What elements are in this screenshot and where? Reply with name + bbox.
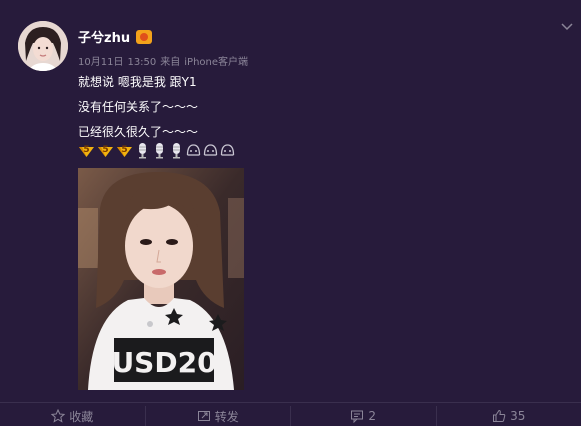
favorite-button[interactable]: 收藏 — [0, 406, 145, 426]
svg-text:5: 5 — [83, 145, 89, 155]
username[interactable]: 子兮zhu — [78, 27, 152, 46]
face-icon — [220, 142, 235, 158]
action-bar: 收藏 转发 2 35 — [0, 402, 581, 426]
avatar-image — [18, 21, 68, 71]
comment-count: 2 — [368, 409, 376, 423]
post-menu-button[interactable] — [559, 19, 575, 33]
repost-label: 转发 — [215, 408, 239, 425]
post-date[interactable]: 10月11日 — [78, 57, 123, 68]
repost-button[interactable]: 转发 — [145, 406, 291, 426]
post-source[interactable]: iPhone客户端 — [184, 57, 248, 68]
svg-text:5: 5 — [102, 145, 108, 155]
svg-text:USD20: USD20 — [111, 346, 216, 379]
emoji-row: 5 5 5 — [78, 140, 235, 160]
comment-icon — [350, 409, 364, 423]
username-text[interactable]: 子兮zhu — [78, 27, 130, 46]
face-icon — [186, 142, 201, 158]
post-time[interactable]: 13:50 — [127, 57, 156, 68]
microphone-icon — [135, 142, 150, 159]
avatar[interactable] — [18, 21, 68, 71]
post-line: 就想说 嗯我是我 跟Y1 — [78, 70, 198, 95]
like-count: 35 — [510, 409, 525, 423]
source-prefix: 来自 — [160, 57, 180, 68]
post-photo[interactable]: USD20 — [78, 168, 244, 390]
repost-icon — [197, 409, 211, 423]
chevron-down-icon — [559, 20, 575, 34]
star-icon — [51, 409, 65, 423]
five-icon: 5 — [116, 142, 133, 159]
face-icon — [203, 142, 218, 158]
five-icon: 5 — [97, 142, 114, 159]
svg-text:5: 5 — [121, 145, 127, 155]
five-icon: 5 — [78, 142, 95, 159]
thumbs-up-icon — [492, 409, 506, 423]
post-line: 没有任何关系了～～～ — [78, 95, 198, 120]
comment-button[interactable]: 2 — [290, 406, 436, 426]
selfie-photo: USD20 — [78, 168, 244, 390]
post-meta: 10月11日 13:50 来自 iPhone客户端 — [78, 53, 252, 68]
microphone-icon — [152, 142, 167, 159]
vip-badge-icon[interactable] — [136, 30, 152, 44]
microphone-icon — [169, 142, 184, 159]
post-text: 就想说 嗯我是我 跟Y1 没有任何关系了～～～ 已经很久很久了～～～ — [78, 70, 198, 145]
like-button[interactable]: 35 — [436, 406, 581, 426]
favorite-label: 收藏 — [69, 408, 93, 425]
